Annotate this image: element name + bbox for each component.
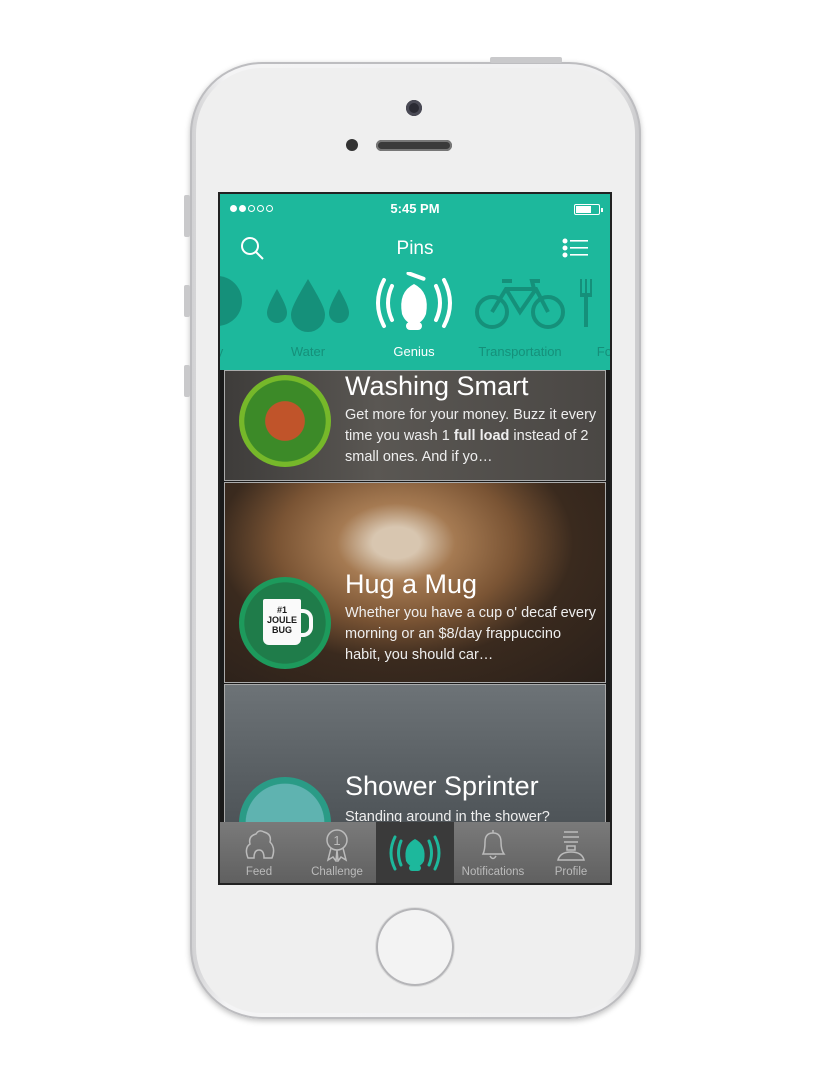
circle-icon xyxy=(220,276,242,326)
tab-bar: Feed 1 Challenge Notifications Profile xyxy=(220,822,610,883)
laundry-basket-icon xyxy=(239,375,331,467)
tab-label: Profile xyxy=(554,866,588,878)
tab-label: Feed xyxy=(245,866,273,878)
earpiece-speaker xyxy=(376,140,452,151)
bulb-person-icon xyxy=(557,831,585,861)
mute-switch xyxy=(184,195,190,237)
pin-card-shower-sprinter[interactable]: Shower Sprinter Standing around in the s… xyxy=(224,684,606,824)
front-camera xyxy=(406,100,422,116)
genius-bug-icon xyxy=(389,835,441,871)
tab-label: Notifications xyxy=(461,866,525,878)
bell-icon xyxy=(481,830,506,860)
genius-bug-icon xyxy=(376,272,452,330)
fork-icon xyxy=(580,279,592,327)
ribbon-icon: 1 xyxy=(326,829,348,862)
card-description: Whether you have a cup o' decaf every mo… xyxy=(345,605,597,663)
volume-up-button xyxy=(184,285,190,317)
tab-notifications[interactable]: Notifications xyxy=(454,822,532,883)
card-description: Get more for your money. Buzz it every t… xyxy=(345,407,597,465)
tab-pins[interactable] xyxy=(376,822,454,883)
status-bar: 5:45 PM xyxy=(220,201,610,219)
card-title: Shower Sprinter xyxy=(345,771,539,801)
card-title: Washing Smart xyxy=(345,371,529,401)
list-icon[interactable] xyxy=(562,238,588,258)
water-drops-icon xyxy=(267,279,349,332)
category-carousel[interactable]: y Water Genius Transportation Foo xyxy=(220,272,610,370)
pin-card-washing-smart[interactable]: Washing Smart Get more for your money. B… xyxy=(224,370,606,481)
sensor xyxy=(346,139,358,151)
tab-profile[interactable]: Profile xyxy=(532,822,610,883)
mug-badge-text: #1 JOULE BUG xyxy=(266,605,297,635)
tab-label: Challenge xyxy=(311,866,363,878)
tab-challenge[interactable]: 1 Challenge xyxy=(298,822,376,883)
header: 5:45 PM Pins y Water Genius Transportati… xyxy=(220,194,610,370)
svg-text:1: 1 xyxy=(333,833,340,848)
tab-feed[interactable]: Feed xyxy=(220,822,298,883)
mug-icon: #1 JOULE BUG xyxy=(239,577,331,669)
screen: 5:45 PM Pins y Water Genius Transportati… xyxy=(218,192,612,885)
pin-card-hug-a-mug[interactable]: #1 JOULE BUG Hug a Mug Whether you have … xyxy=(224,482,606,683)
status-time: 5:45 PM xyxy=(390,201,440,216)
bicycle-icon xyxy=(475,279,565,329)
mug-shape: #1 JOULE BUG xyxy=(263,599,313,645)
card-title: Hug a Mug xyxy=(345,569,478,599)
page-title: Pins xyxy=(396,238,434,259)
home-button[interactable] xyxy=(376,908,454,986)
shower-person-icon xyxy=(239,777,331,823)
hive-icon xyxy=(245,830,275,859)
volume-down-button xyxy=(184,365,190,397)
battery-icon xyxy=(574,204,603,215)
power-button xyxy=(490,57,562,63)
